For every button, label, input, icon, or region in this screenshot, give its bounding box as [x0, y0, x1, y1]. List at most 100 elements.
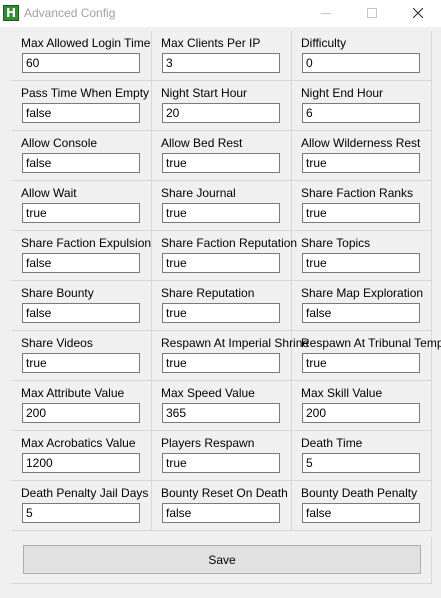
setting-label: Max Allowed Login Time — [21, 36, 151, 50]
setting-label: Max Acrobatics Value — [21, 436, 136, 450]
setting-label: Share Bounty — [21, 286, 94, 300]
setting-max-acrobatics-value: Max Acrobatics Value — [12, 431, 152, 481]
setting-night-end-hour: Night End Hour — [292, 81, 432, 131]
setting-label: Share Map Exploration — [301, 286, 424, 300]
setting-label: Share Reputation — [161, 286, 255, 300]
setting-bounty-death-penalty: Bounty Death Penalty — [292, 481, 432, 531]
respawn-at-imperial-shrine-field[interactable] — [162, 353, 280, 373]
maximize-button[interactable] — [349, 0, 395, 27]
max-skill-value-field[interactable] — [302, 403, 420, 423]
share-faction-expulsion-field[interactable] — [22, 253, 140, 273]
setting-label: Pass Time When Empty — [21, 86, 150, 100]
share-map-exploration-field[interactable] — [302, 303, 420, 323]
setting-allow-wait: Allow Wait — [12, 181, 152, 231]
setting-difficulty: Difficulty — [292, 31, 432, 81]
setting-max-speed-value: Max Speed Value — [152, 381, 292, 431]
difficulty-field[interactable] — [302, 53, 420, 73]
setting-label: Max Skill Value — [301, 386, 383, 400]
setting-respawn-at-tribunal-temple: Respawn At Tribunal Temple — [292, 331, 441, 381]
bounty-death-penalty-field[interactable] — [302, 503, 420, 523]
setting-share-faction-expulsion: Share Faction Expulsion — [12, 231, 152, 281]
setting-label: Allow Wait — [21, 186, 77, 200]
share-journal-field[interactable] — [162, 203, 280, 223]
max-acrobatics-value-field[interactable] — [22, 453, 140, 473]
setting-share-faction-reputation: Share Faction Reputation — [152, 231, 297, 281]
bounty-reset-on-death-field[interactable] — [162, 503, 280, 523]
setting-label: Share Faction Ranks — [301, 186, 414, 200]
respawn-at-tribunal-temple-field[interactable] — [302, 353, 420, 373]
setting-label: Share Faction Expulsion — [21, 236, 152, 250]
save-button[interactable]: Save — [23, 545, 421, 574]
setting-players-respawn: Players Respawn — [152, 431, 292, 481]
maximize-icon — [367, 8, 377, 18]
max-allowed-login-time-field[interactable] — [22, 53, 140, 73]
setting-share-map-exploration: Share Map Exploration — [292, 281, 432, 331]
allow-console-field[interactable] — [22, 153, 140, 173]
advanced-config-window: H Advanced Config Max Allowed Login Time… — [0, 0, 441, 598]
share-reputation-field[interactable] — [162, 303, 280, 323]
setting-label: Players Respawn — [161, 436, 255, 450]
allow-wait-field[interactable] — [22, 203, 140, 223]
setting-label: Night End Hour — [301, 86, 384, 100]
minimize-icon — [321, 13, 331, 14]
setting-allow-bed-rest: Allow Bed Rest — [152, 131, 292, 181]
setting-label: Allow Console — [21, 136, 98, 150]
share-bounty-field[interactable] — [22, 303, 140, 323]
share-topics-field[interactable] — [302, 253, 420, 273]
setting-share-reputation: Share Reputation — [152, 281, 292, 331]
setting-label: Death Penalty Jail Days — [21, 486, 149, 500]
setting-max-skill-value: Max Skill Value — [292, 381, 432, 431]
setting-label: Share Journal — [161, 186, 236, 200]
close-icon — [413, 8, 423, 18]
setting-share-journal: Share Journal — [152, 181, 292, 231]
setting-label: Difficulty — [301, 36, 347, 50]
footer-panel: Save — [12, 537, 432, 584]
setting-allow-wilderness-rest: Allow Wilderness Rest — [292, 131, 432, 181]
setting-label: Respawn At Tribunal Temple — [301, 336, 441, 350]
setting-label: Allow Wilderness Rest — [301, 136, 421, 150]
setting-share-bounty: Share Bounty — [12, 281, 152, 331]
settings-grid: Max Allowed Login Time Max Clients Per I… — [12, 31, 441, 531]
death-time-field[interactable] — [302, 453, 420, 473]
setting-label: Death Time — [301, 436, 363, 450]
pass-time-when-empty-field[interactable] — [22, 103, 140, 123]
setting-allow-console: Allow Console — [12, 131, 152, 181]
setting-label: Max Speed Value — [161, 386, 255, 400]
players-respawn-field[interactable] — [162, 453, 280, 473]
night-end-hour-field[interactable] — [302, 103, 420, 123]
max-clients-per-ip-field[interactable] — [162, 53, 280, 73]
share-faction-ranks-field[interactable] — [302, 203, 420, 223]
setting-max-allowed-login-time: Max Allowed Login Time — [12, 31, 152, 81]
minimize-button[interactable] — [303, 0, 349, 27]
setting-label: Bounty Reset On Death — [161, 486, 288, 500]
app-icon: H — [3, 5, 19, 21]
setting-label: Max Attribute Value — [21, 386, 125, 400]
night-start-hour-field[interactable] — [162, 103, 280, 123]
share-videos-field[interactable] — [22, 353, 140, 373]
allow-bed-rest-field[interactable] — [162, 153, 280, 173]
setting-max-clients-per-ip: Max Clients Per IP — [152, 31, 292, 81]
setting-label: Allow Bed Rest — [161, 136, 243, 150]
max-attribute-value-field[interactable] — [22, 403, 140, 423]
setting-max-attribute-value: Max Attribute Value — [12, 381, 152, 431]
setting-label: Night Start Hour — [161, 86, 248, 100]
allow-wilderness-rest-field[interactable] — [302, 153, 420, 173]
setting-respawn-at-imperial-shrine: Respawn At Imperial Shrine — [152, 331, 309, 381]
max-speed-value-field[interactable] — [162, 403, 280, 423]
setting-label: Share Videos — [21, 336, 93, 350]
title-bar[interactable]: H Advanced Config — [0, 0, 441, 27]
close-button[interactable] — [395, 0, 441, 27]
share-faction-reputation-field[interactable] — [162, 253, 280, 273]
setting-bounty-reset-on-death: Bounty Reset On Death — [152, 481, 292, 531]
setting-label: Bounty Death Penalty — [301, 486, 418, 500]
setting-label: Max Clients Per IP — [161, 36, 261, 50]
setting-label: Respawn At Imperial Shrine — [161, 336, 310, 350]
setting-pass-time-when-empty: Pass Time When Empty — [12, 81, 152, 131]
death-penalty-jail-days-field[interactable] — [22, 503, 140, 523]
setting-label: Share Topics — [301, 236, 371, 250]
setting-night-start-hour: Night Start Hour — [152, 81, 292, 131]
setting-share-faction-ranks: Share Faction Ranks — [292, 181, 432, 231]
setting-share-videos: Share Videos — [12, 331, 152, 381]
window-title: Advanced Config — [24, 6, 116, 20]
setting-death-time: Death Time — [292, 431, 432, 481]
